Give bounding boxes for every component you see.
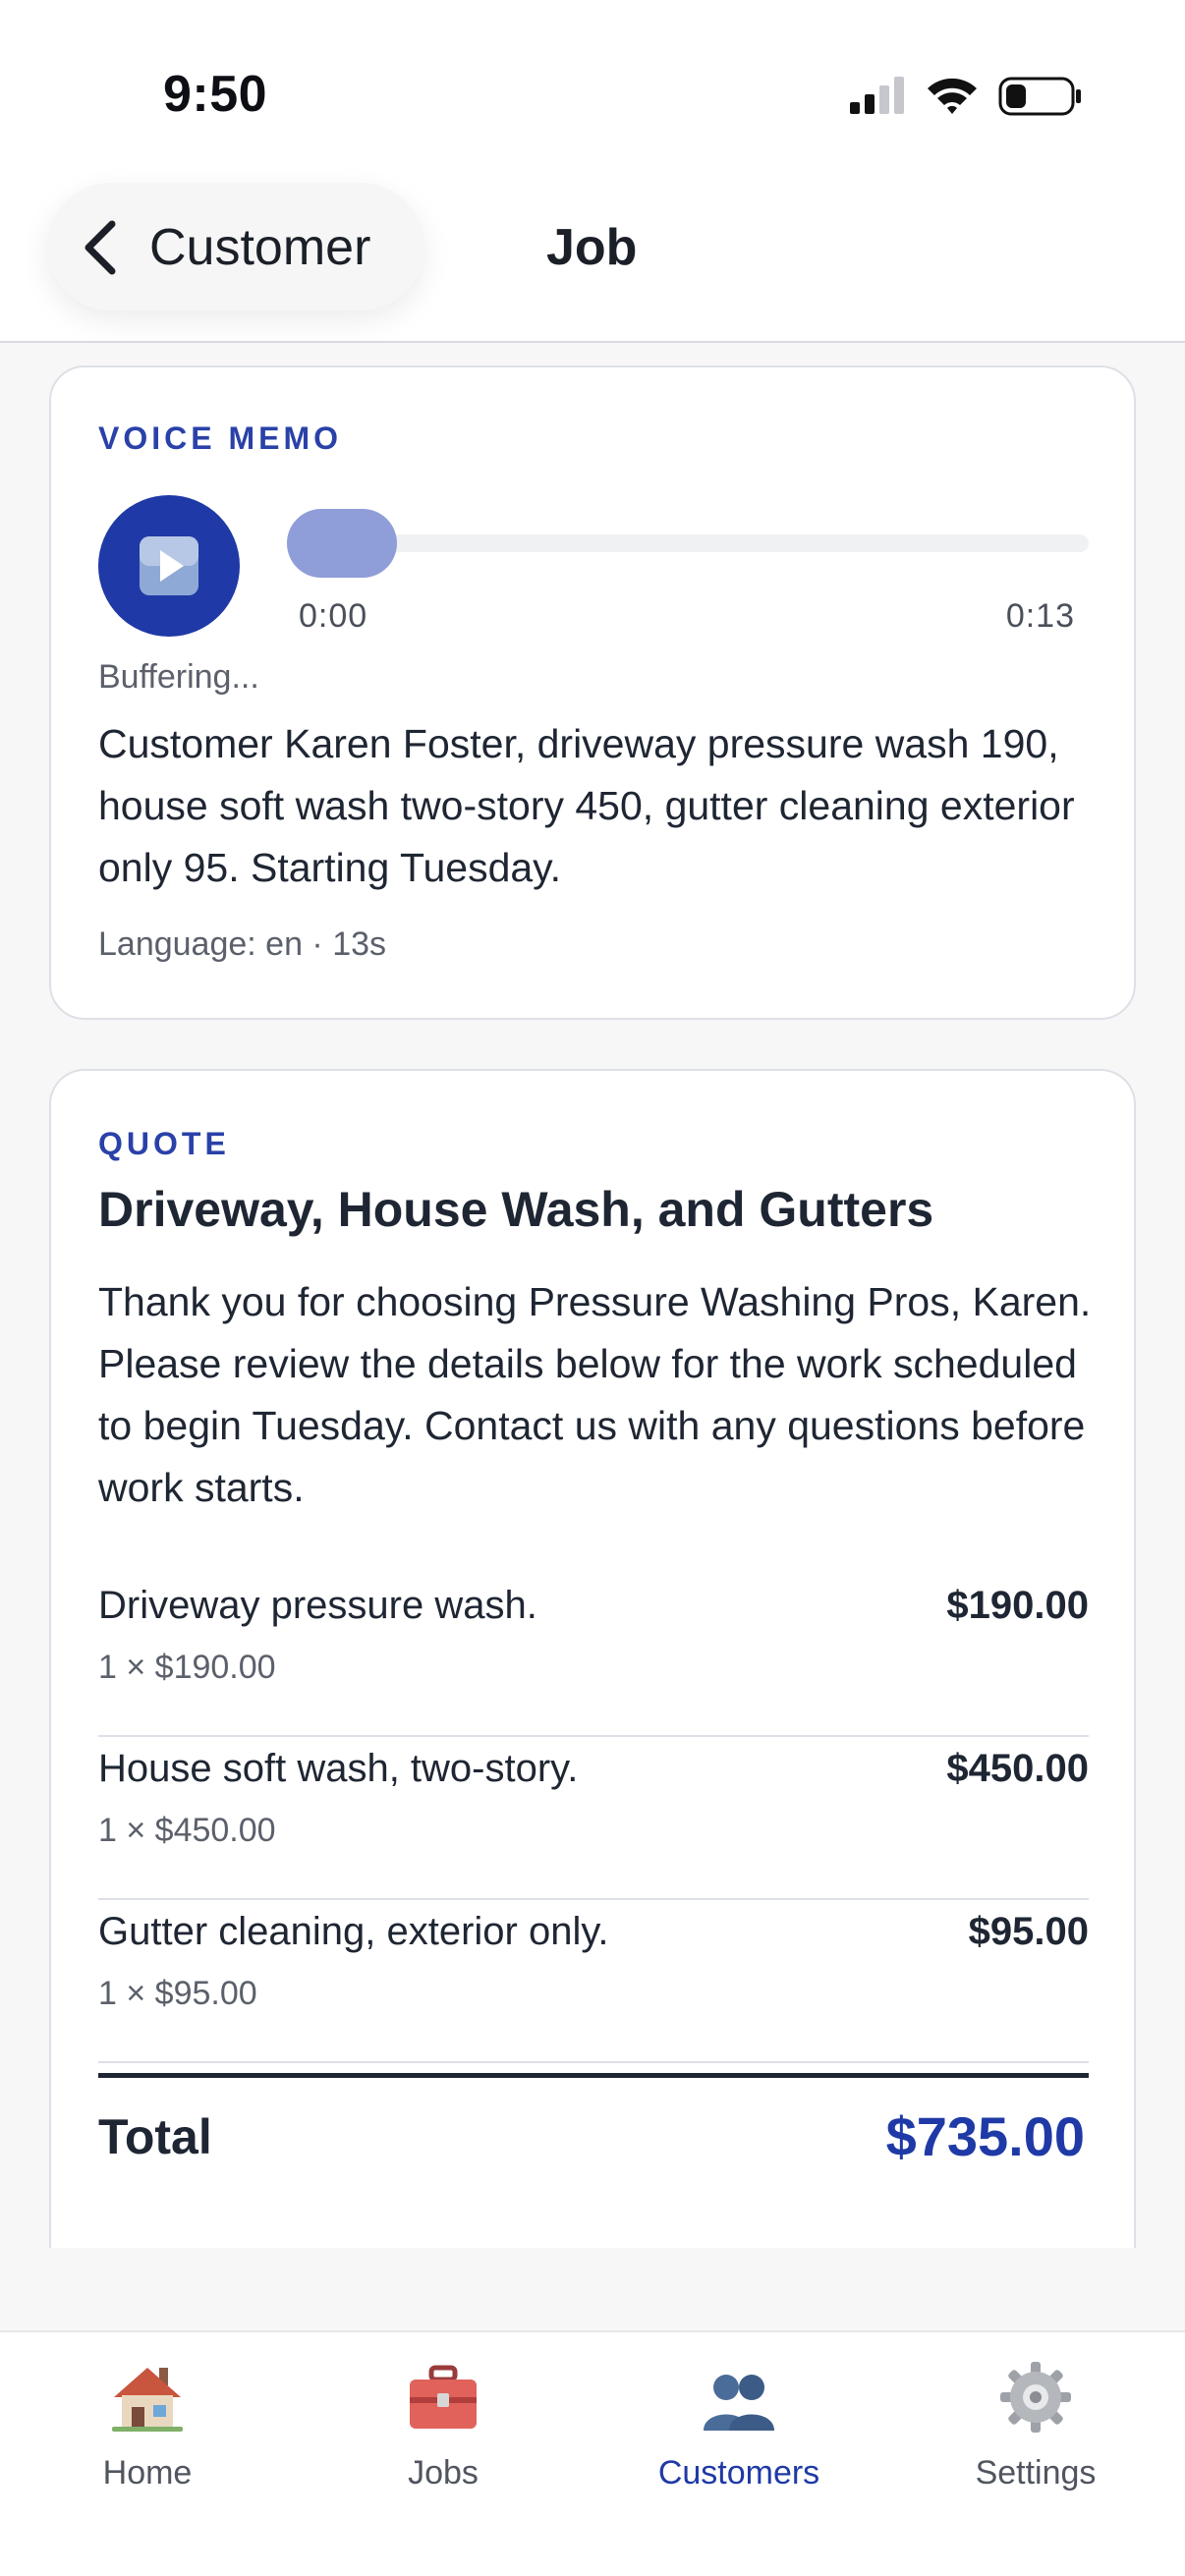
line-item-qty: 1 × $95.00	[98, 1975, 257, 2012]
tab-home-label: Home	[102, 2454, 193, 2492]
line-item-qty: 1 × $190.00	[98, 1649, 276, 1686]
tab-jobs-label: Jobs	[408, 2454, 479, 2492]
line-item-amount: $190.00	[946, 1584, 1089, 1627]
current-time: 0:00	[299, 597, 368, 635]
app-header: 9:50 Customer Job	[0, 0, 1185, 343]
wifi-icon	[928, 78, 977, 114]
toolbox-icon	[410, 2365, 477, 2429]
tab-customers[interactable]: Customers	[631, 2358, 847, 2505]
audio-progress-track[interactable]	[287, 534, 1089, 552]
memo-transcript: Customer Karen Foster, driveway pressure…	[98, 721, 1075, 890]
tab-customers-label: Customers	[657, 2454, 820, 2492]
page-title: Job	[546, 219, 638, 276]
house-icon	[112, 2368, 183, 2432]
line-item: House soft wash, two-story. $450.00 1 × …	[98, 1737, 1089, 1900]
cellular-signal-icon	[850, 77, 904, 114]
battery-icon	[998, 77, 1081, 116]
voice-memo-heading: VOICE MEMO	[98, 420, 343, 456]
back-button-label: Customer	[149, 219, 371, 276]
quote-heading: QUOTE	[98, 1126, 230, 1161]
play-icon	[140, 536, 198, 595]
play-button[interactable]	[98, 495, 240, 637]
tab-home[interactable]: Home	[39, 2358, 255, 2505]
total-value: $735.00	[885, 2105, 1085, 2167]
tab-settings[interactable]: Settings	[928, 2358, 1144, 2505]
line-item-name: House soft wash, two-story.	[98, 1747, 579, 1790]
audio-scrubber-handle[interactable]	[287, 509, 397, 578]
gear-icon	[1000, 2362, 1071, 2433]
total-divider	[98, 2073, 1089, 2078]
tab-bar: Home Jobs Customers Settings	[0, 2330, 1185, 2576]
tab-settings-label: Settings	[975, 2454, 1097, 2492]
quote-card: QUOTE Driveway, House Wash, and Gutters …	[49, 1069, 1136, 2248]
tab-jobs[interactable]: Jobs	[335, 2358, 551, 2505]
line-item-name: Gutter cleaning, exterior only.	[98, 1910, 609, 1953]
chevron-left-icon	[85, 220, 116, 275]
playback-status: Buffering...	[98, 658, 259, 696]
line-item-amount: $450.00	[946, 1747, 1089, 1790]
line-item: Gutter cleaning, exterior only. $95.00 1…	[98, 1900, 1089, 2063]
memo-meta: Language: en · 13s	[98, 925, 387, 963]
line-item-name: Driveway pressure wash.	[98, 1584, 537, 1627]
line-item-amount: $95.00	[968, 1910, 1089, 1953]
voice-memo-card: VOICE MEMO 0:00 0:13 Buffering... Custom…	[49, 365, 1136, 1020]
quote-intro: Thank you for choosing Pressure Washing …	[98, 1279, 1092, 1510]
total-label: Total	[98, 2109, 212, 2164]
people-icon	[704, 2375, 774, 2431]
back-button[interactable]: Customer	[47, 183, 424, 310]
quote-title: Driveway, House Wash, and Gutters	[98, 1182, 934, 1237]
status-time: 9:50	[163, 66, 268, 123]
line-item-qty: 1 × $450.00	[98, 1812, 276, 1849]
duration: 0:13	[1005, 597, 1075, 635]
line-item: Driveway pressure wash. $190.00 1 × $190…	[98, 1574, 1089, 1737]
